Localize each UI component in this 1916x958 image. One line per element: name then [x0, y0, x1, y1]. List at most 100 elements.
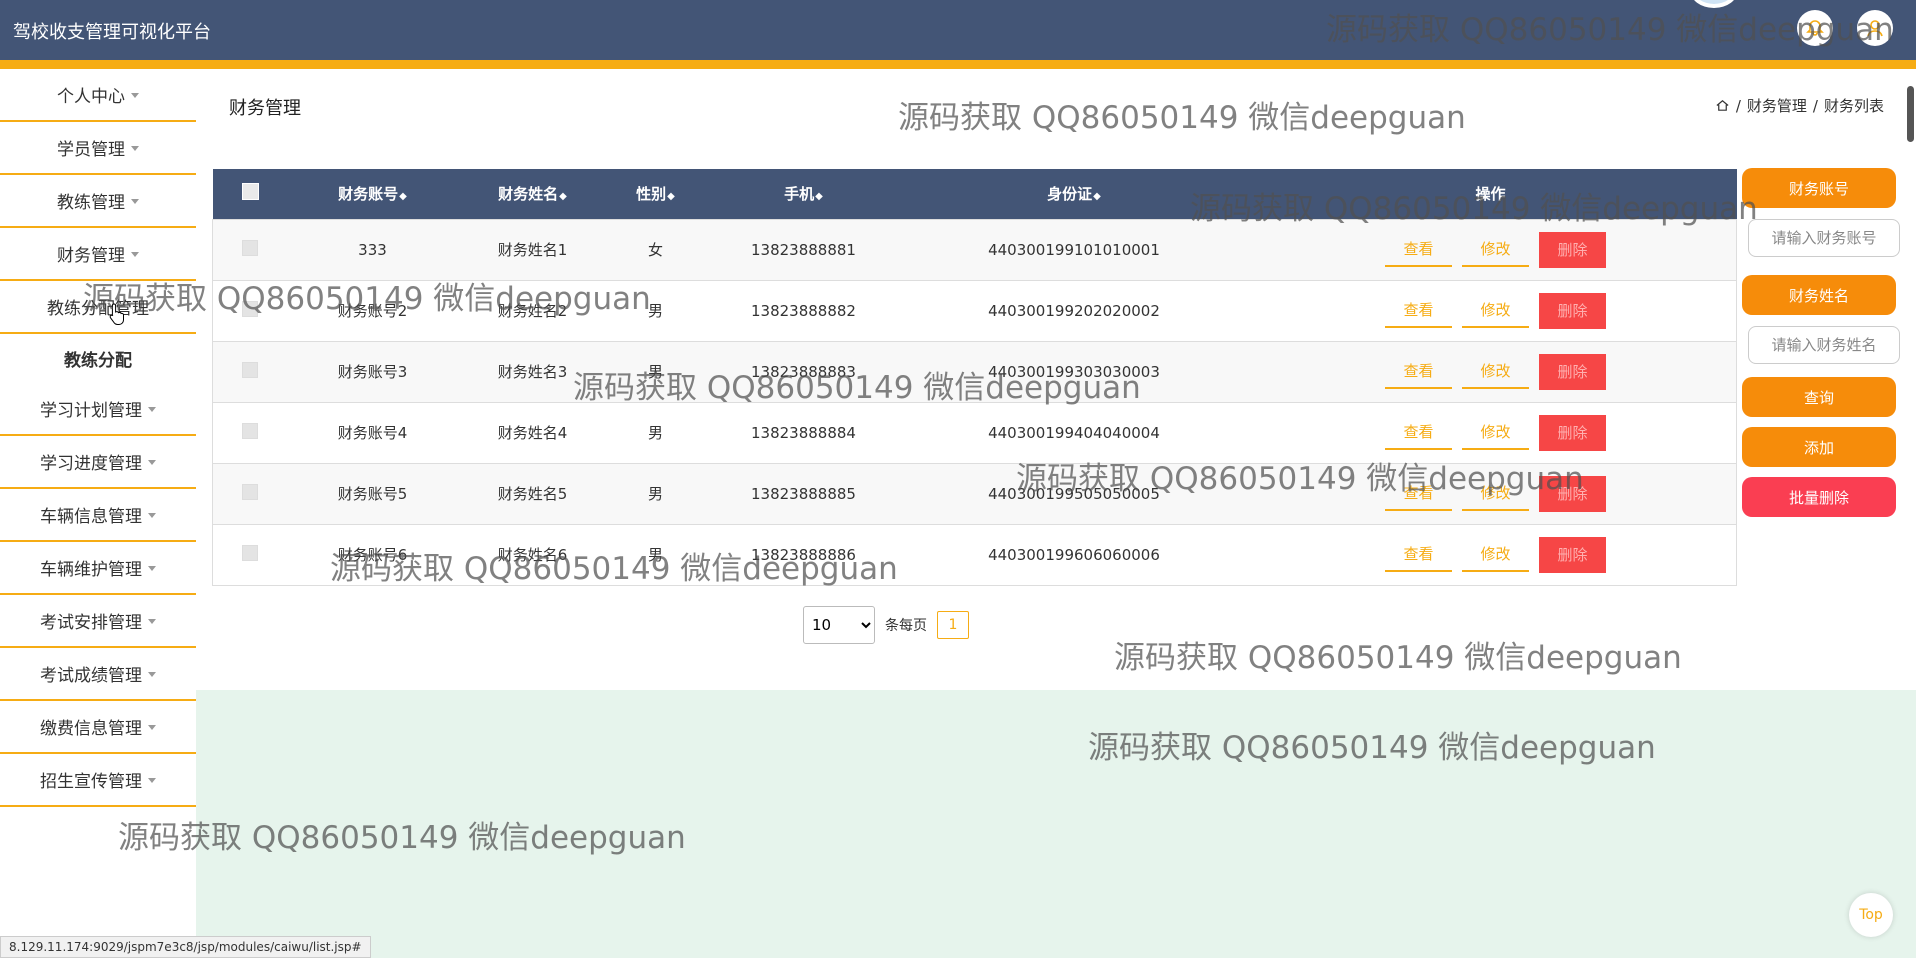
- cell-account: 财务账号5: [337, 485, 408, 503]
- sidebar-item-label: 教练分配: [64, 351, 132, 371]
- cell-name: 财务姓名1: [497, 241, 568, 259]
- content-background: [196, 690, 1916, 958]
- view-button[interactable]: 查看: [1385, 355, 1452, 389]
- col-header-name[interactable]: 财务姓名◆: [458, 169, 608, 219]
- sidebar-item-exam-schedule[interactable]: 考试安排管理: [0, 595, 196, 648]
- sidebar-item-label: 财务管理: [57, 246, 125, 266]
- sidebar-item-vehicle-maintenance[interactable]: 车辆维护管理: [0, 542, 196, 595]
- select-all-checkbox[interactable]: [241, 183, 259, 201]
- sidebar-item-finance[interactable]: 财务管理: [0, 228, 196, 281]
- home-icon[interactable]: [1715, 98, 1730, 113]
- view-button[interactable]: 查看: [1385, 538, 1452, 572]
- delete-button[interactable]: 删除: [1539, 353, 1606, 390]
- col-header-phone[interactable]: 手机◆: [704, 169, 904, 219]
- breadcrumb-level1[interactable]: 财务管理: [1747, 95, 1807, 116]
- table-header-row: 财务账号◆ 财务姓名◆ 性别◆ 手机◆ 身份证◆ 操作: [212, 169, 1737, 219]
- edit-button[interactable]: 修改: [1462, 477, 1529, 511]
- sidebar-item-vehicle-info[interactable]: 车辆信息管理: [0, 489, 196, 542]
- back-to-top-button[interactable]: Top: [1849, 893, 1893, 937]
- per-page-label: 条每页: [885, 618, 927, 634]
- batch-delete-button[interactable]: 批量删除: [1742, 477, 1896, 517]
- view-button[interactable]: 查看: [1385, 294, 1452, 328]
- sidebar-item-label: 教练分配管理: [47, 299, 149, 319]
- sidebar-item-study-progress[interactable]: 学习进度管理: [0, 436, 196, 489]
- cell-id-card: 440300199606060006: [988, 545, 1160, 564]
- row-checkbox[interactable]: [242, 544, 259, 561]
- edit-button[interactable]: 修改: [1462, 416, 1529, 450]
- cell-name: 财务姓名5: [497, 485, 568, 503]
- col-header-id-card[interactable]: 身份证◆: [904, 169, 1245, 219]
- sidebar-item-personal-center[interactable]: 个人中心: [0, 69, 196, 122]
- sidebar-item-payment-info[interactable]: 缴费信息管理: [0, 701, 196, 754]
- cell-phone: 13823888884: [751, 423, 856, 442]
- edit-button[interactable]: 修改: [1462, 538, 1529, 572]
- view-button[interactable]: 查看: [1385, 416, 1452, 450]
- sort-icon[interactable]: ◆: [1093, 191, 1101, 202]
- row-checkbox[interactable]: [242, 300, 259, 317]
- watermark-text: 源码获取 QQ86050149 微信deepguan: [1114, 640, 1682, 676]
- sidebar-item-exam-scores[interactable]: 考试成绩管理: [0, 648, 196, 701]
- caret-down-icon: [131, 199, 139, 204]
- sidebar-item-label: 缴费信息管理: [40, 719, 142, 739]
- sort-icon[interactable]: ◆: [399, 191, 407, 202]
- page-number-button[interactable]: 1: [937, 611, 969, 639]
- search-button[interactable]: 查询: [1742, 377, 1896, 417]
- cell-name: 财务姓名4: [497, 424, 568, 442]
- pagination: 10 条每页 1: [803, 606, 969, 644]
- sidebar-item-label: 个人中心: [57, 87, 125, 107]
- delete-button[interactable]: 删除: [1539, 231, 1606, 268]
- delete-button[interactable]: 删除: [1539, 414, 1606, 451]
- sort-icon[interactable]: ◆: [559, 191, 567, 202]
- edit-button[interactable]: 修改: [1462, 294, 1529, 328]
- edit-button[interactable]: 修改: [1462, 233, 1529, 267]
- col-header-gender[interactable]: 性别◆: [608, 169, 704, 219]
- sidebar-item-students[interactable]: 学员管理: [0, 122, 196, 175]
- table-row: 财务账号4 财务姓名4 男 13823888884 44030019940404…: [212, 402, 1737, 463]
- add-button[interactable]: 添加: [1742, 427, 1896, 467]
- sidebar-subitem-coach-assignment[interactable]: 教练分配: [0, 334, 196, 383]
- sidebar-item-enrollment-promo[interactable]: 招生宣传管理: [0, 754, 196, 807]
- cell-gender: 男: [647, 302, 663, 320]
- delete-button[interactable]: 删除: [1539, 475, 1606, 512]
- header-message-icon[interactable]: [1797, 10, 1833, 46]
- row-checkbox[interactable]: [242, 361, 259, 378]
- sort-icon[interactable]: ◆: [815, 191, 823, 202]
- cell-phone: 13823888883: [751, 362, 856, 381]
- sidebar-item-study-plan[interactable]: 学习计划管理: [0, 383, 196, 436]
- row-checkbox[interactable]: [242, 239, 259, 256]
- delete-button[interactable]: 删除: [1539, 292, 1606, 329]
- scrollbar-thumb[interactable]: [1907, 86, 1914, 142]
- view-button[interactable]: 查看: [1385, 233, 1452, 267]
- table-row: 财务账号5 财务姓名5 男 13823888885 44030019950505…: [212, 463, 1737, 524]
- cell-name: 财务姓名6: [497, 546, 568, 564]
- name-search-input[interactable]: [1748, 326, 1900, 364]
- sidebar-item-coaches[interactable]: 教练管理: [0, 175, 196, 228]
- cell-gender: 男: [647, 363, 663, 381]
- caret-down-icon: [131, 93, 139, 98]
- top-header: 驾校收支管理可视化平台: [0, 0, 1916, 60]
- caret-down-icon: [131, 146, 139, 151]
- sort-icon[interactable]: ◆: [667, 191, 675, 202]
- row-checkbox[interactable]: [242, 422, 259, 439]
- table-row: 财务账号2 财务姓名2 男 13823888882 44030019920202…: [212, 280, 1737, 341]
- caret-down-icon: [148, 566, 156, 571]
- col-header-account[interactable]: 财务账号◆: [288, 169, 458, 219]
- account-filter-label[interactable]: 财务账号: [1742, 168, 1896, 208]
- breadcrumb-separator: /: [1735, 96, 1741, 115]
- name-filter-label[interactable]: 财务姓名: [1742, 275, 1896, 315]
- page-size-select[interactable]: 10: [803, 606, 875, 644]
- edit-button[interactable]: 修改: [1462, 355, 1529, 389]
- caret-down-icon: [148, 619, 156, 624]
- row-checkbox[interactable]: [242, 483, 259, 500]
- view-button[interactable]: 查看: [1385, 477, 1452, 511]
- status-url-bar: 8.129.11.174:9029/jspm7e3c8/jsp/modules/…: [0, 936, 371, 958]
- delete-button[interactable]: 删除: [1539, 536, 1606, 573]
- account-search-input[interactable]: [1748, 219, 1900, 257]
- cell-id-card: 440300199202020002: [988, 301, 1160, 320]
- cell-phone: 13823888881: [751, 240, 856, 259]
- sidebar-item-label: 学习进度管理: [40, 454, 142, 474]
- sidebar-item-coach-assignment[interactable]: 教练分配管理: [0, 281, 196, 334]
- cell-name: 财务姓名3: [497, 363, 568, 381]
- user-avatar-button[interactable]: [1857, 10, 1893, 46]
- sidebar: 个人中心 学员管理 教练管理 财务管理 教练分配管理 教练分配 学习计划管理 学…: [0, 69, 196, 958]
